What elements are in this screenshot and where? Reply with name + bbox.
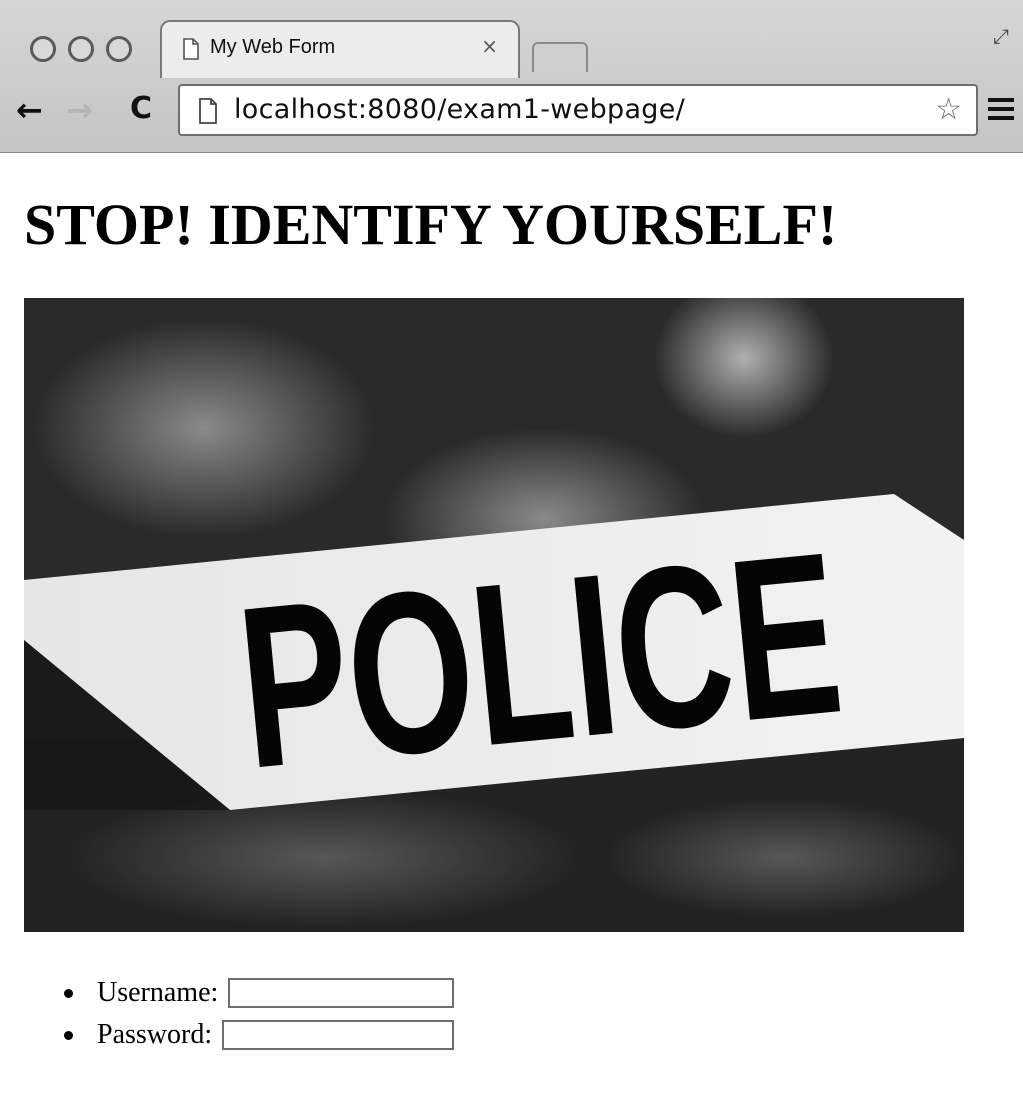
- username-input[interactable]: [228, 978, 455, 1008]
- close-window-icon[interactable]: [30, 36, 56, 62]
- menu-bar-line: [988, 98, 1014, 102]
- tab-my-web-form[interactable]: My Web Form ×: [160, 20, 520, 78]
- back-arrow-icon[interactable]: ←: [16, 94, 43, 126]
- police-tape-photo: POLICE: [24, 298, 964, 932]
- bookmark-star-icon[interactable]: ☆: [935, 92, 962, 127]
- minimize-window-icon[interactable]: [68, 36, 94, 62]
- page-heading: STOP! IDENTIFY YOURSELF!: [24, 192, 838, 257]
- menu-bar-line: [988, 116, 1014, 120]
- page-icon: [199, 98, 217, 124]
- forward-arrow-icon[interactable]: →: [66, 94, 93, 126]
- tab-close-icon[interactable]: ×: [481, 34, 498, 58]
- bullet: [64, 988, 73, 998]
- browser-chrome: My Web Form × ⤢ ← → C localhost:8080/exa…: [0, 0, 1023, 153]
- password-row: Password:: [64, 1014, 455, 1056]
- photo-blur: [34, 318, 374, 538]
- hamburger-menu-icon[interactable]: [988, 98, 1014, 120]
- page-icon: [183, 38, 199, 60]
- menu-bar-line: [988, 107, 1014, 111]
- url-text[interactable]: localhost:8080/exam1-webpage/: [234, 94, 685, 125]
- password-input[interactable]: [222, 1020, 455, 1050]
- window-controls: [30, 36, 132, 62]
- bullet: [64, 1030, 73, 1040]
- password-label: Password:: [97, 1019, 213, 1050]
- zoom-window-icon[interactable]: [106, 36, 132, 62]
- tab-title: My Web Form: [210, 36, 336, 58]
- username-row: Username:: [64, 972, 455, 1014]
- address-bar[interactable]: localhost:8080/exam1-webpage/ ☆: [178, 84, 978, 136]
- fullscreen-icon[interactable]: ⤢: [993, 24, 1009, 48]
- new-tab-button[interactable]: [532, 42, 588, 72]
- login-form-list: Username: Password:: [64, 972, 455, 1056]
- reload-icon[interactable]: C: [130, 93, 152, 125]
- username-label: Username:: [97, 977, 219, 1008]
